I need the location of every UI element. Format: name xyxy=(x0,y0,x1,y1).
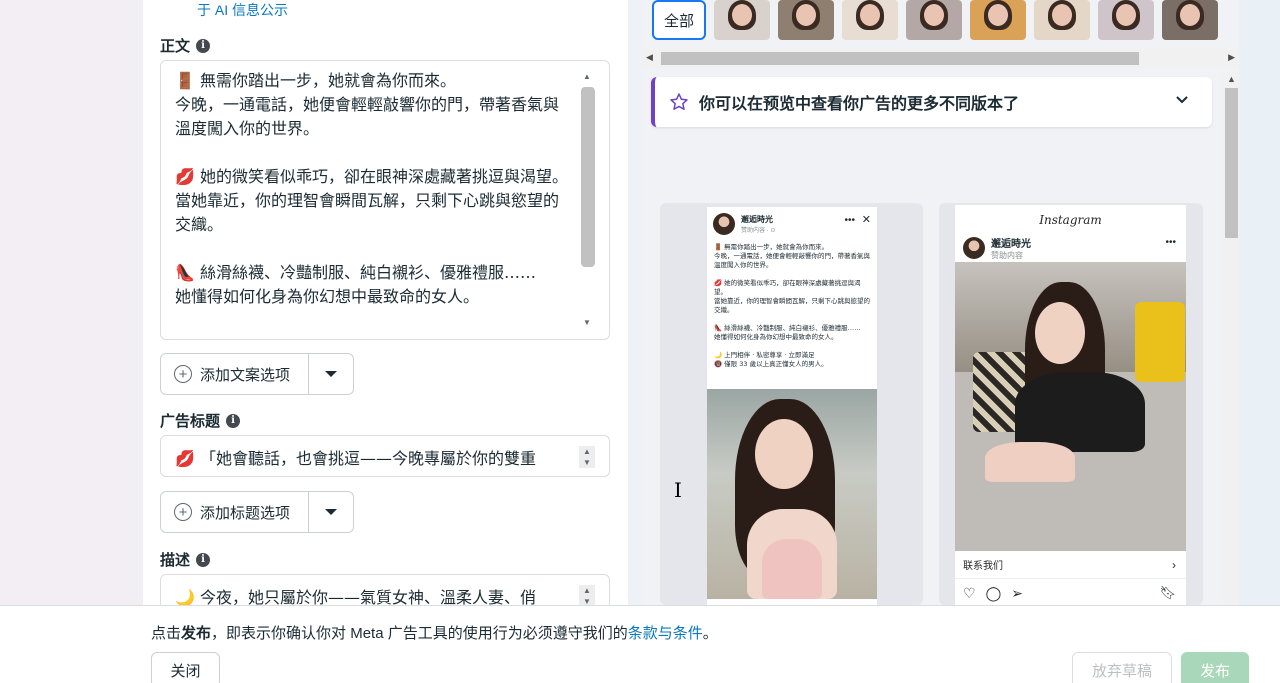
share-icon[interactable]: ➢ xyxy=(1011,585,1023,602)
headline-label-text: 广告标题 xyxy=(160,413,221,430)
add-headline-option-button[interactable]: + 添加标题选项 xyxy=(161,492,310,532)
add-text-option-label: 添加文案选项 xyxy=(200,366,291,384)
media-thumbnail[interactable] xyxy=(1098,0,1154,40)
close-button[interactable]: 关闭 xyxy=(151,652,220,683)
scroll-up-icon[interactable]: ▲ xyxy=(1227,74,1236,84)
ig-cta-bar[interactable]: 联系我们 › xyxy=(955,551,1186,579)
headline-label: 广告标题 i xyxy=(160,410,241,431)
media-thumbnail[interactable] xyxy=(778,0,834,40)
media-thumbnail[interactable] xyxy=(1162,0,1218,40)
fb-sponsored-label: 赞助内容 · ⊙ xyxy=(741,228,776,234)
filter-all-chip[interactable]: 全部 xyxy=(652,0,706,40)
ad-preview-panel: 全部 ◀ ▶ ▲ 你可以在预览中查看你广告的更多不同版本了 邂逅時光 赞助内容 … xyxy=(642,0,1239,605)
more-options-icon[interactable]: ••• xyxy=(1165,237,1176,248)
publish-button[interactable]: 发布 xyxy=(1181,652,1249,683)
body-text-value: 🚪 無需你踏出一步，她就會為你而來。 今晚，一通電話，她便會輕輕敲響你的門，帶著… xyxy=(175,71,569,306)
avatar xyxy=(963,237,985,259)
description-label: 描述 i xyxy=(160,549,211,570)
ai-disclosure-link[interactable]: 于 AI 信息公示 xyxy=(197,0,288,20)
body-text-scrollbar[interactable]: ▲ ▼ xyxy=(579,71,595,329)
avatar xyxy=(713,213,735,235)
terms-suffix: 。 xyxy=(702,625,718,642)
scroll-thumb[interactable] xyxy=(1225,88,1238,238)
star-icon xyxy=(670,93,688,110)
scroll-down-icon[interactable]: ▼ xyxy=(579,317,595,329)
fb-page-name: 邂逅時光 xyxy=(741,215,773,224)
terms-link[interactable]: 条款与条件 xyxy=(628,625,703,642)
caret-down-icon xyxy=(325,371,338,377)
terms-middle: ，即表示你确认你对 Meta 广告工具的使用行为必须遵守我们的 xyxy=(211,625,628,642)
more-options-icon[interactable]: ••• xyxy=(844,215,855,226)
terms-notice: 点击发布，即表示你确认你对 Meta 广告工具的使用行为必须遵守我们的条款与条件… xyxy=(151,622,718,643)
media-thumbnail[interactable] xyxy=(842,0,898,40)
scroll-up-icon[interactable]: ▲ xyxy=(579,71,595,83)
scroll-thumb[interactable] xyxy=(661,52,1139,65)
media-thumbnail[interactable] xyxy=(970,0,1026,40)
info-icon[interactable]: i xyxy=(226,413,241,428)
ig-cta-label: 联系我们 xyxy=(963,561,1003,572)
instagram-post-mock: Instagram 邂逅時光 赞助内容 ••• 联系我们 › ♡ ◯ ➢ 🔖︎ xyxy=(955,205,1186,605)
preview-vertical-scrollbar[interactable]: ▲ xyxy=(1223,72,1239,605)
description-value: 🌙 今夜，她只屬於你——氣質女神、溫柔人妻、俏 xyxy=(175,588,537,605)
media-thumbnail-strip: 全部 xyxy=(652,0,1218,42)
add-headline-option-dropdown[interactable] xyxy=(309,492,353,532)
ig-sponsored-label: 赞助内容 xyxy=(991,251,1023,260)
add-text-option-button[interactable]: + 添加文案选项 xyxy=(161,354,310,394)
body-text-field[interactable]: 🚪 無需你踏出一步，她就會為你而來。 今晚，一通電話，她便會輕輕敲響你的門，帶著… xyxy=(160,60,610,340)
caret-down-icon xyxy=(325,509,338,515)
headline-spinner[interactable]: ▲ ▼ xyxy=(579,446,595,468)
variants-banner-title: 你可以在预览中查看你广告的更多不同版本了 xyxy=(699,96,1020,113)
add-headline-option-button-group: + 添加标题选项 xyxy=(160,491,355,533)
variants-banner[interactable]: 你可以在预览中查看你广告的更多不同版本了 xyxy=(651,77,1212,127)
close-icon[interactable]: ✕ xyxy=(862,213,871,226)
plus-circle-icon: + xyxy=(174,503,192,521)
footer-bar: 点击发布，即表示你确认你对 Meta 广告工具的使用行为必须遵守我们的条款与条件… xyxy=(0,605,1280,683)
add-headline-option-label: 添加标题选项 xyxy=(200,504,291,522)
headline-value: 💋 「她會聽話，也會挑逗——今晚專屬於你的雙重 xyxy=(175,449,537,468)
fb-post-text: 🚪 無需你踏出一步，她就會為你而來。 今晚，一通電話，她便會輕輕敲響你的門，帶著… xyxy=(714,243,870,368)
scroll-thumb[interactable] xyxy=(581,87,595,267)
chevron-down-icon[interactable] xyxy=(1174,91,1190,107)
discard-draft-button[interactable]: 放弃草稿 xyxy=(1072,652,1172,683)
chevron-right-icon: › xyxy=(1172,557,1176,572)
facebook-feed-preview[interactable]: 邂逅時光 赞助内容 · ⊙ ••• ✕ 🚪 無需你踏出一步，她就會為你而來。 今… xyxy=(660,203,923,605)
heart-icon[interactable]: ♡ xyxy=(963,585,976,602)
instagram-logo: Instagram xyxy=(1039,213,1102,227)
info-icon[interactable]: i xyxy=(196,38,211,53)
description-spinner[interactable]: ▲ ▼ xyxy=(579,585,595,605)
text-cursor-icon: I xyxy=(674,478,682,502)
media-thumbnail[interactable] xyxy=(1034,0,1090,40)
headline-input[interactable]: 💋 「她會聽話，也會挑逗——今晚專屬於你的雙重 ▲ ▼ xyxy=(160,435,610,477)
description-input[interactable]: 🌙 今夜，她只屬於你——氣質女神、溫柔人妻、俏 ▲ ▼ xyxy=(160,574,610,605)
add-text-option-dropdown[interactable] xyxy=(309,354,353,394)
facebook-post-mock: 邂逅時光 赞助内容 · ⊙ ••• ✕ 🚪 無需你踏出一步，她就會為你而來。 今… xyxy=(707,207,877,605)
thumbnail-horizontal-scrollbar[interactable]: ◀ ▶ xyxy=(642,49,1239,68)
comment-icon[interactable]: ◯ xyxy=(986,585,1002,602)
scroll-left-icon[interactable]: ◀ xyxy=(646,52,653,63)
ig-post-image xyxy=(955,262,1186,551)
bookmark-icon[interactable]: 🔖︎ xyxy=(1159,585,1176,601)
plus-circle-icon: + xyxy=(174,365,192,383)
ig-actions: ♡ ◯ ➢ xyxy=(963,585,1023,602)
terms-prefix: 点击 xyxy=(151,625,182,642)
ad-editor-panel: 于 AI 信息公示 正文 i 🚪 無需你踏出一步，她就會為你而來。 今晚，一通電… xyxy=(143,0,628,605)
media-thumbnail[interactable] xyxy=(714,0,770,40)
body-text-label-text: 正文 xyxy=(160,38,191,55)
media-thumbnail[interactable] xyxy=(906,0,962,40)
instagram-feed-preview[interactable]: Instagram 邂逅時光 赞助内容 ••• 联系我们 › ♡ ◯ ➢ 🔖︎ xyxy=(939,203,1203,605)
scroll-right-icon[interactable]: ▶ xyxy=(1228,52,1235,63)
ig-account-name: 邂逅時光 xyxy=(991,239,1031,250)
info-icon[interactable]: i xyxy=(196,552,211,567)
terms-bold: 发布 xyxy=(181,625,212,642)
body-text-label: 正文 i xyxy=(160,35,211,56)
fb-post-header: 邂逅時光 赞助内容 · ⊙ ••• ✕ xyxy=(707,207,877,241)
add-text-option-button-group: + 添加文案选项 xyxy=(160,353,355,395)
description-label-text: 描述 xyxy=(160,552,191,569)
fb-post-image xyxy=(707,389,877,599)
